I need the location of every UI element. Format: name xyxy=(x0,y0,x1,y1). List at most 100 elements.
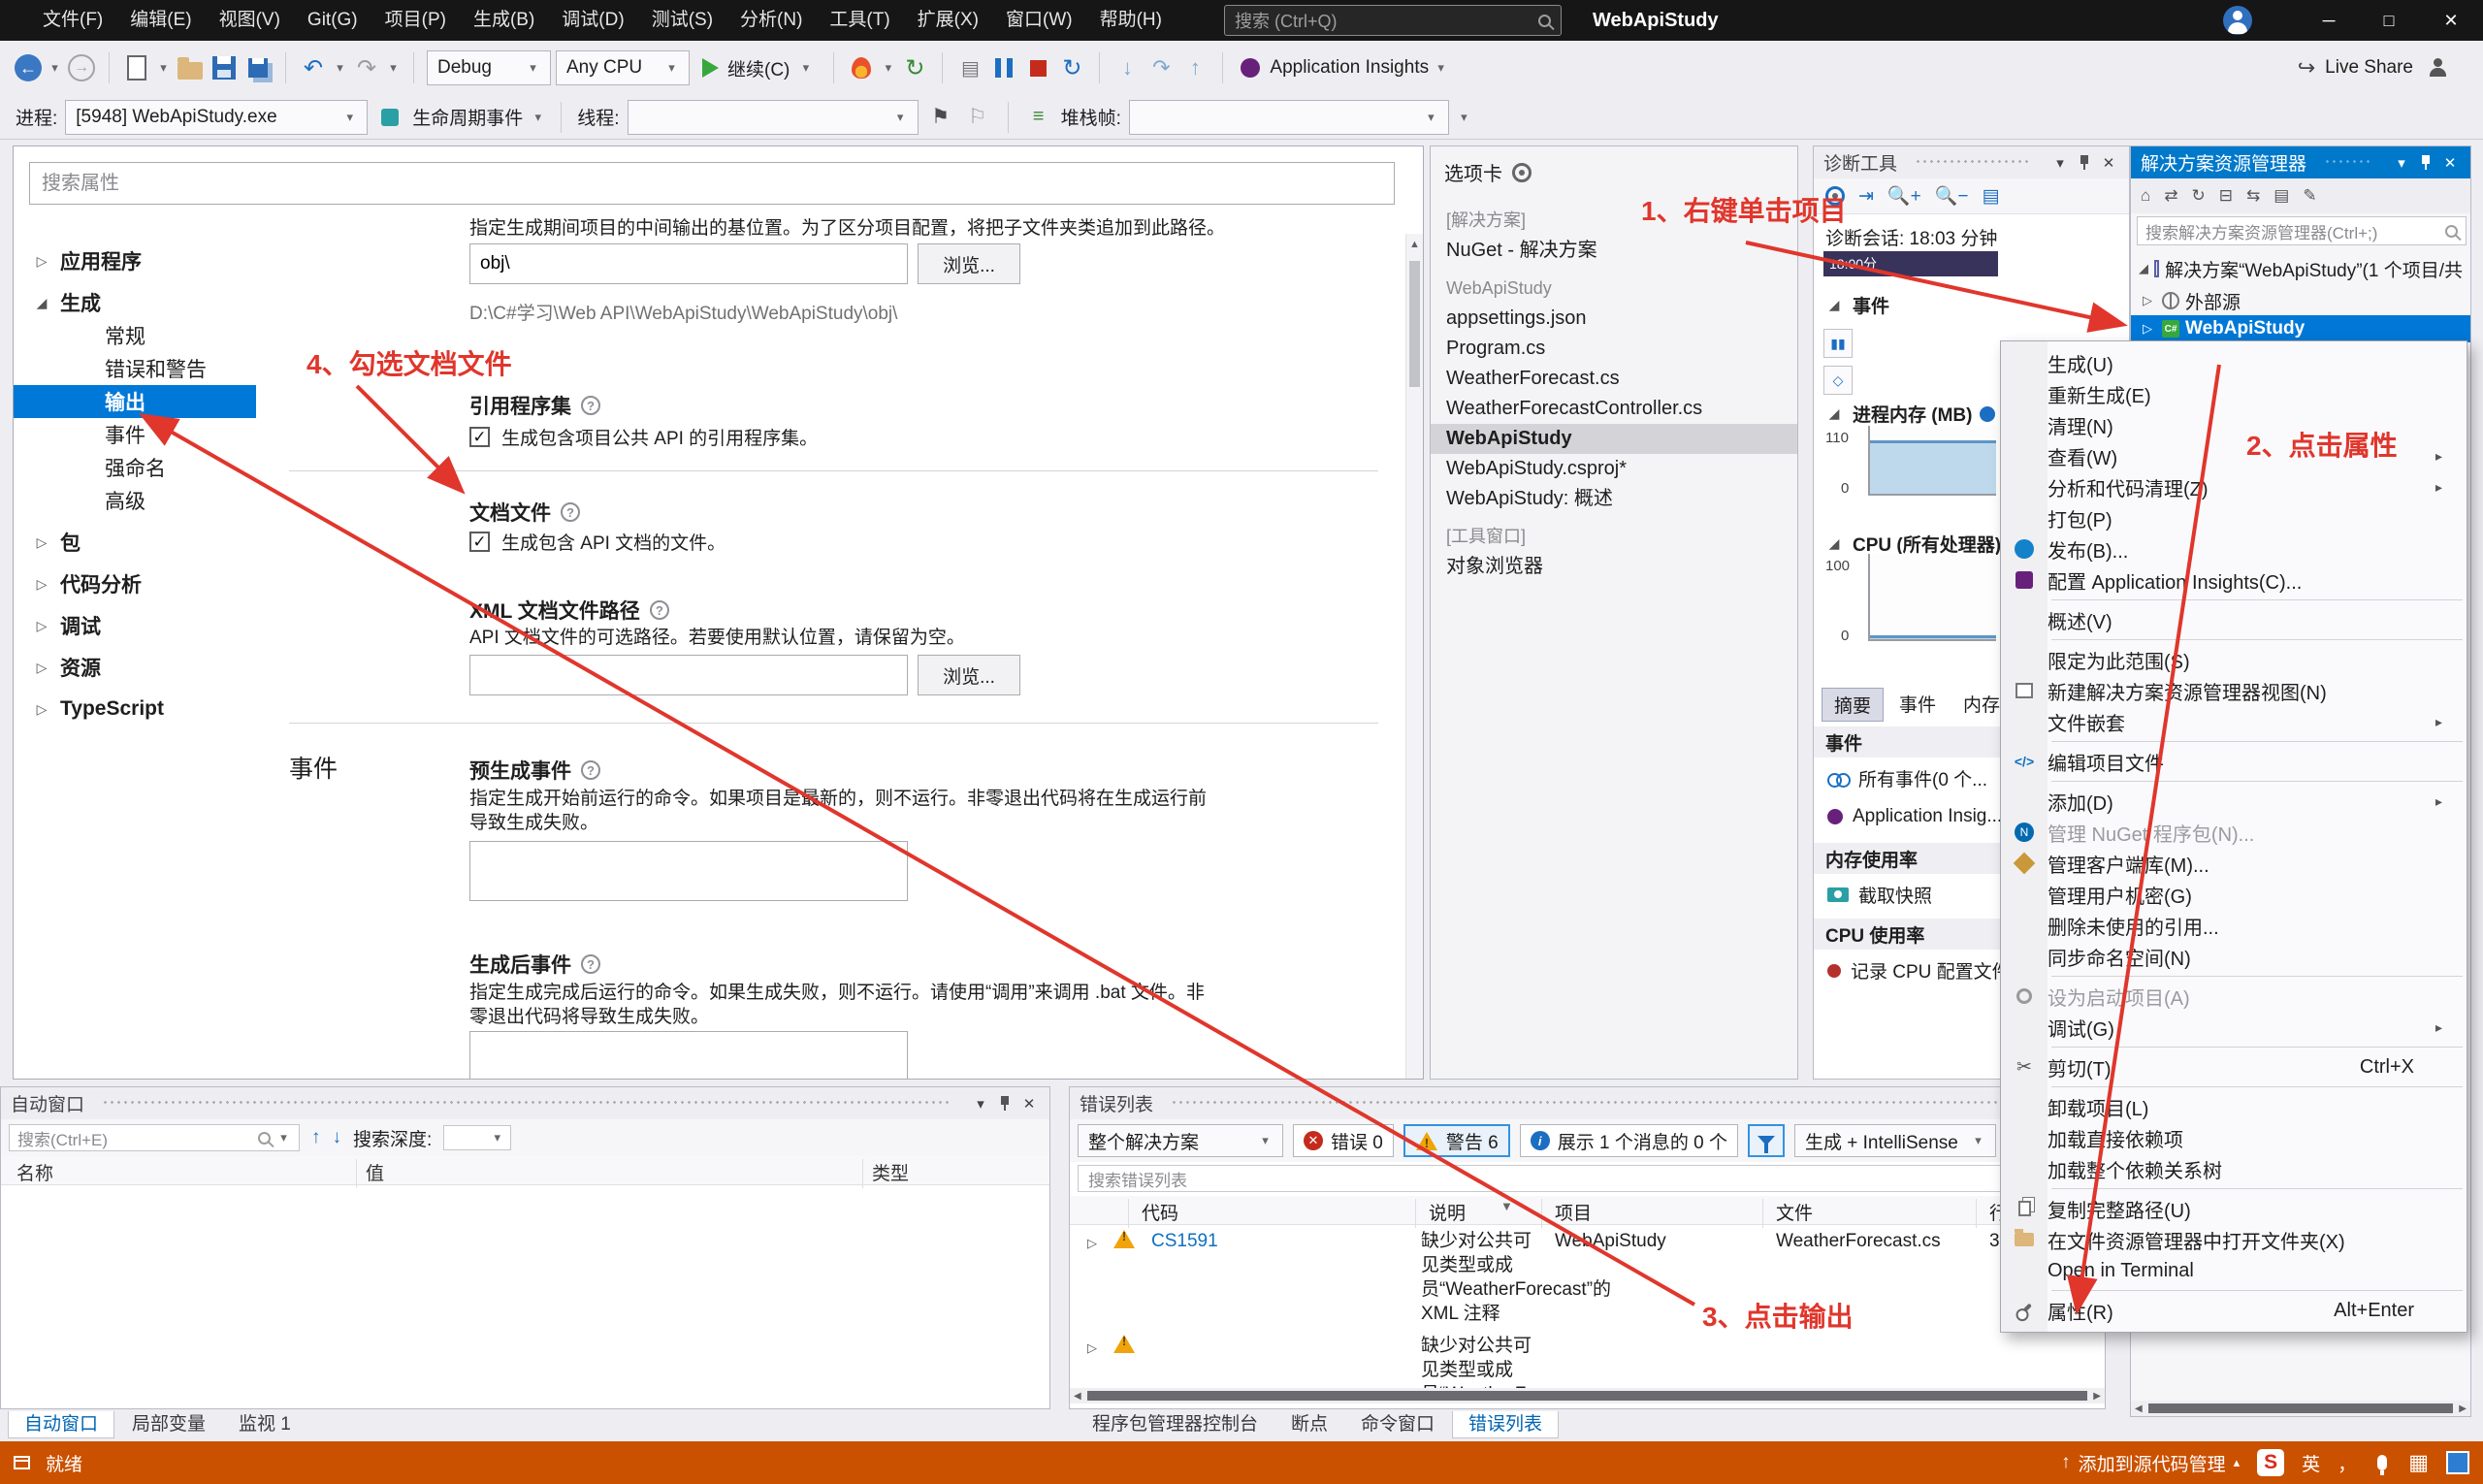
chart-icon[interactable]: ▤ xyxy=(1982,185,1999,208)
context-menu-item[interactable]: 加载整个依赖关系树 xyxy=(2001,1153,2467,1189)
expander-icon[interactable]: ◢ xyxy=(2139,261,2148,276)
project-node-selected[interactable]: ▷ C# WebApiStudy xyxy=(2131,315,2470,342)
tab-list-item[interactable]: 对象浏览器 xyxy=(1431,552,1797,582)
horizontal-scrollbar[interactable]: ◀ ▶ xyxy=(1070,1388,2105,1403)
save-icon[interactable] xyxy=(212,56,236,80)
pin-icon[interactable] xyxy=(999,1095,1011,1112)
help-icon[interactable] xyxy=(649,600,669,620)
process-dropdown[interactable]: [5948] WebApiStudy.exe ▾ xyxy=(65,99,369,135)
application-insights-label[interactable]: Application Insights xyxy=(1270,57,1429,79)
drag-handle[interactable] xyxy=(2324,158,2373,167)
scope-dropdown[interactable]: 整个解决方案 ▾ xyxy=(1078,1124,1283,1157)
cpu-swimlane-header[interactable]: ◢ CPU (所有处理器) xyxy=(1823,531,2001,557)
properties-nav-item[interactable]: 事件 xyxy=(14,418,256,451)
menu-item[interactable]: 视图(V) xyxy=(206,10,294,30)
properties-search-input[interactable] xyxy=(29,162,1395,205)
properties-nav-item[interactable]: ▷ 资源 xyxy=(14,651,256,684)
menu-item[interactable]: 窗口(W) xyxy=(992,10,1086,30)
navigate-back-icon[interactable]: ← xyxy=(15,54,42,81)
zoom-in-icon[interactable]: 🔍+ xyxy=(1887,184,1921,208)
scroll-right-icon[interactable]: ▶ xyxy=(2093,1391,2101,1402)
navigate-forward-icon[interactable]: → xyxy=(68,54,95,81)
error-row[interactable]: ▷ CS1591 缺少对公共可见类型或成员“WeatherForecast”的 … xyxy=(1070,1225,2105,1330)
scroll-left-icon[interactable]: ◀ xyxy=(2135,1403,2143,1414)
quick-launch-search[interactable]: 搜索 (Ctrl+Q) xyxy=(1224,5,1562,36)
maximize-button[interactable]: □ xyxy=(2359,0,2419,41)
solution-configuration-dropdown[interactable]: Debug ▾ xyxy=(427,50,551,85)
tab-list-item[interactable]: [工具窗口] xyxy=(1431,522,1797,552)
diagnostics-tab[interactable]: 摘要 xyxy=(1822,688,1885,722)
properties-nav-item[interactable]: ▷ 调试 xyxy=(14,609,256,642)
context-menu-item[interactable]: 管理客户端库(M)... xyxy=(2001,848,2467,879)
properties-nav-item[interactable]: 输出 xyxy=(14,385,256,418)
postbuild-command-input[interactable] xyxy=(469,1031,908,1079)
errors-filter-button[interactable]: 错误 0 xyxy=(1293,1124,1394,1157)
messages-filter-button[interactable]: 展示 1 个消息的 0 个 xyxy=(1519,1124,1738,1157)
toolbar-overflow-icon[interactable]: ▾ xyxy=(1457,110,1471,125)
break-all-icon[interactable] xyxy=(995,58,1014,78)
properties-nav-item[interactable]: 强命名 xyxy=(14,451,256,484)
tab-list-item[interactable]: WebApiStudy xyxy=(1431,274,1797,304)
menu-item[interactable]: 生成(B) xyxy=(460,10,548,30)
account-avatar[interactable] xyxy=(2223,6,2252,35)
properties-nav-item[interactable]: ▷ 代码分析 xyxy=(14,567,256,600)
tab-list-item[interactable]: WebApiStudy.csproj* xyxy=(1431,454,1797,484)
collapse-all-icon[interactable]: ⊟ xyxy=(2219,186,2233,206)
autos-search-box[interactable]: 搜索(Ctrl+E) ▾ xyxy=(9,1124,300,1151)
context-menu-item[interactable]: 文件嵌套 xyxy=(2001,706,2467,742)
chevron-down-icon[interactable]: ▾ xyxy=(48,60,62,76)
drag-handle[interactable] xyxy=(102,1099,952,1108)
context-menu-item[interactable]: 卸载项目(L) xyxy=(2001,1091,2467,1122)
menu-item[interactable]: Git(G) xyxy=(294,10,371,30)
tool-window-tab[interactable]: 局部变量 xyxy=(116,1411,221,1438)
context-menu-item[interactable]: 同步命名空间(N) xyxy=(2001,941,2467,977)
row-expander-icon[interactable]: ▷ xyxy=(1087,1231,1097,1255)
notifications-icon[interactable] xyxy=(2446,1451,2469,1474)
close-button[interactable]: ✕ xyxy=(2419,0,2483,41)
scroll-left-icon[interactable]: ◀ xyxy=(1074,1391,1081,1402)
refresh-icon[interactable]: ↻ xyxy=(2192,186,2206,206)
menu-item[interactable]: 帮助(H) xyxy=(1086,10,1176,30)
properties-nav-item[interactable]: ▷ TypeScript xyxy=(14,693,256,726)
row-expander-icon[interactable]: ▷ xyxy=(1087,1336,1097,1360)
menu-item[interactable]: 调试(D) xyxy=(548,10,637,30)
vertical-scrollbar[interactable]: ▲ xyxy=(1405,234,1423,1079)
window-position-icon[interactable]: ▾ xyxy=(970,1095,991,1113)
tab-list-item[interactable]: WebApiStudy: 概述 xyxy=(1431,484,1797,514)
switch-views-icon[interactable]: ⇄ xyxy=(2164,186,2177,206)
solution-platform-dropdown[interactable]: Any CPU ▾ xyxy=(556,50,690,85)
step-out-icon[interactable]: ↑ xyxy=(1180,49,1209,86)
filter-button[interactable] xyxy=(1747,1124,1785,1157)
close-icon[interactable]: ✕ xyxy=(2098,154,2119,172)
context-menu-item[interactable]: 配置 Application Insights(C)... xyxy=(2001,565,2467,600)
restart-application-icon[interactable]: ↻ xyxy=(900,49,929,86)
marker-button[interactable]: ◇ xyxy=(1823,366,1853,395)
restart-debugging-icon[interactable]: ↻ xyxy=(1057,49,1086,86)
column-code[interactable]: 代码 xyxy=(1142,1199,1178,1225)
pin-icon[interactable] xyxy=(2079,154,2090,171)
tool-window-tab[interactable]: 命令窗口 xyxy=(1345,1411,1450,1438)
minimize-button[interactable]: ─ xyxy=(2299,0,2359,41)
search-up-icon[interactable]: ↑ xyxy=(311,1127,321,1148)
column-file[interactable]: 文件 xyxy=(1776,1199,1813,1225)
context-menu-item[interactable]: 删除未使用的引用... xyxy=(2001,910,2467,941)
context-menu-item[interactable]: 复制完整路径(U) xyxy=(2001,1193,2467,1224)
tool-window-tab[interactable]: 程序包管理器控制台 xyxy=(1077,1411,1274,1438)
thread-dropdown[interactable]: ▾ xyxy=(627,99,919,135)
xml-doc-path-input[interactable] xyxy=(469,655,908,695)
tool-window-tab[interactable]: 断点 xyxy=(1275,1411,1343,1438)
context-menu-item[interactable]: 剪切(T) Ctrl+X xyxy=(2001,1051,2467,1087)
live-share-button[interactable]: Live Share xyxy=(2325,57,2413,79)
step-into-icon[interactable]: ↓ xyxy=(1113,49,1142,86)
scrollbar-thumb[interactable] xyxy=(2147,1403,2454,1413)
checkbox-checked-icon[interactable] xyxy=(469,532,490,552)
hot-reload-icon[interactable] xyxy=(852,57,872,79)
close-icon[interactable]: ✕ xyxy=(2439,154,2461,172)
properties-nav-item[interactable]: ◢ 生成 xyxy=(14,286,256,319)
help-icon[interactable] xyxy=(581,954,600,974)
menu-item[interactable]: 测试(S) xyxy=(638,10,726,30)
app-insights-row[interactable]: Application Insig... xyxy=(1827,806,2002,827)
events-swimlane-header[interactable]: ◢ 事件 xyxy=(1823,292,1889,318)
browse-button[interactable]: 浏览... xyxy=(918,655,1020,695)
search-depth-dropdown[interactable]: ▾ xyxy=(443,1125,512,1150)
